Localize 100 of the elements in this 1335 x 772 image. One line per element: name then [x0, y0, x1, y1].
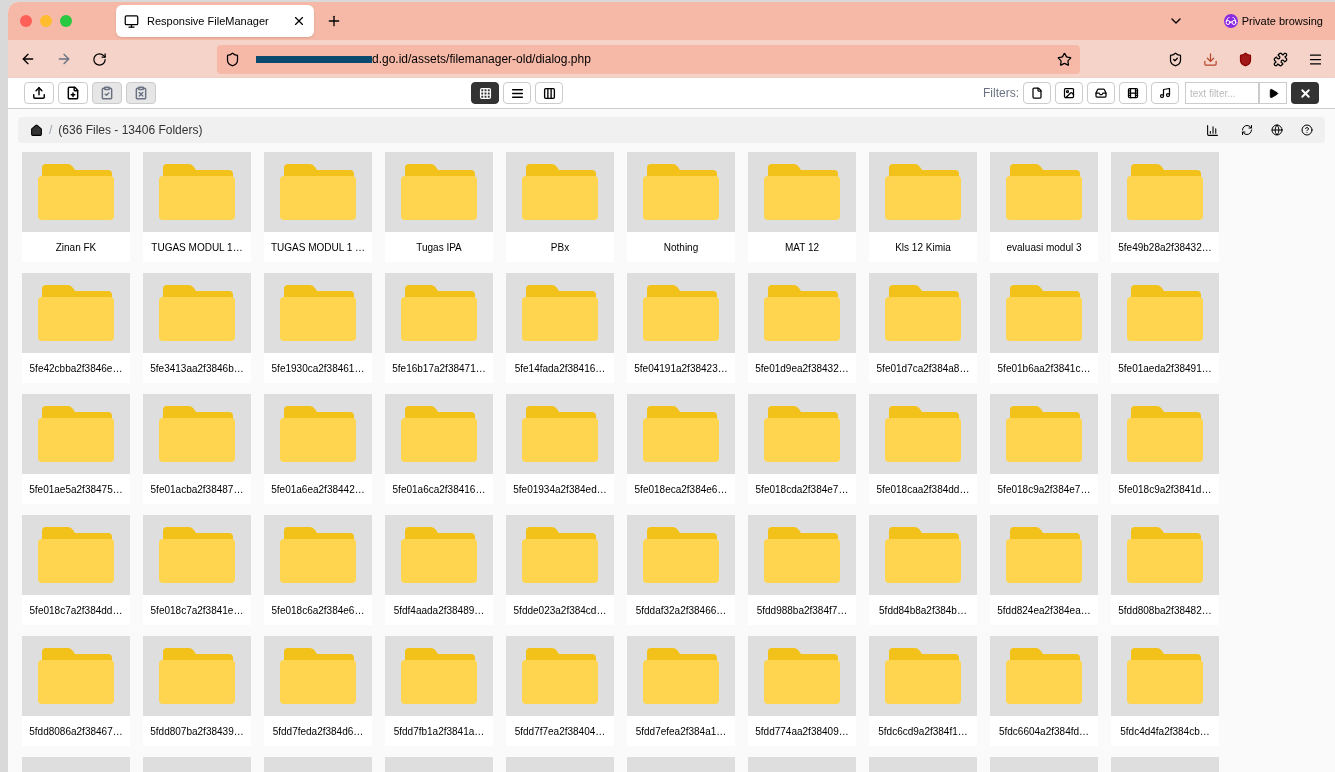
folder-tile[interactable]: 5fe01aeda2f38491…: [1111, 273, 1219, 383]
folder-tile[interactable]: 5fdf4aada2f38489…: [385, 515, 493, 625]
folder-tile[interactable]: 5fe49b28a2f38432…: [1111, 152, 1219, 262]
folder-tile[interactable]: 5fe018c9a2f3841d…: [1111, 394, 1219, 504]
folder-tile[interactable]: 5fdc4d4fa2f384cb…: [1111, 636, 1219, 746]
folder-tile[interactable]: 5fe01d7ca2f384a8…: [869, 273, 977, 383]
folder-tile[interactable]: 5fe01ae5a2f38475…: [22, 394, 130, 504]
folder-tile[interactable]: MAT 12: [748, 152, 856, 262]
new-tab-icon[interactable]: [326, 13, 342, 29]
folder-tile[interactable]: 5fe1930ca2f38461…: [264, 273, 372, 383]
folder-tile[interactable]: Zinan FK: [22, 152, 130, 262]
address-bar[interactable]: d.go.id/assets/filemanager-old/dialog.php: [217, 44, 1080, 74]
folder-name: 5fdd808ba2f38482…: [1117, 603, 1213, 618]
folder-tile[interactable]: 5fdde023a2f384cd…: [506, 515, 614, 625]
folder-tile[interactable]: 5fe018eca2f384e6…: [627, 394, 735, 504]
filter-button[interactable]: [1151, 82, 1179, 104]
folder-tile[interactable]: 5fdd988ba2f384f7…: [748, 515, 856, 625]
folder-tile[interactable]: Nothing: [627, 152, 735, 262]
folder-name: 5fe3413aa2f3846b…: [149, 361, 245, 376]
folder-name: 5fe018c7a2f384dd…: [28, 603, 124, 618]
bookmark-star-icon[interactable]: [1057, 51, 1072, 67]
folder-icon: [522, 527, 598, 583]
folder-tile[interactable]: PBx: [506, 152, 614, 262]
folder-tile[interactable]: 5fe01d9ea2f38432…: [748, 273, 856, 383]
folder-tile[interactable]: 5fdd7fb1a2f3841a…: [385, 636, 493, 746]
shield-extension-icon[interactable]: [1238, 51, 1253, 67]
folder-tile[interactable]: 5fddaf32a2f38466…: [627, 515, 735, 625]
help-icon[interactable]: [1301, 124, 1313, 136]
folder-tile[interactable]: 5fdd824ea2f384ea…: [990, 515, 1098, 625]
folder-tile[interactable]: 5fe01acba2f38487…: [143, 394, 251, 504]
filter-button[interactable]: [1023, 82, 1051, 104]
folder-name: 5fe018caa2f384dd…: [875, 482, 971, 497]
toolbar-button[interactable]: [58, 82, 88, 104]
folder-tile[interactable]: TUGAS MODUL 1 …: [264, 152, 372, 262]
folder-tile[interactable]: 5fdd7f7ea2f38404…: [506, 636, 614, 746]
folder-tile[interactable]: 5fe3413aa2f3846b…: [143, 273, 251, 383]
file-icon: [1031, 87, 1043, 99]
reload-icon[interactable]: [92, 51, 107, 67]
folder-name: 5fdd7feda2f384d6…: [271, 724, 365, 739]
filter-button[interactable]: [1087, 82, 1115, 104]
new-file-icon: [66, 86, 80, 100]
folder-tile[interactable]: 5fe018cda2f384e7…: [748, 394, 856, 504]
folder-icon: [401, 285, 477, 341]
folder-tile[interactable]: 5fdd807ba2f38439…: [143, 636, 251, 746]
folder-tile[interactable]: 5fe01a6ea2f38442…: [264, 394, 372, 504]
home-icon[interactable]: [30, 123, 43, 137]
folder-tile[interactable]: Kls 12 Kimia: [869, 152, 977, 262]
folder-tile[interactable]: 5fdd84b8a2f384b…: [869, 515, 977, 625]
folder-tile[interactable]: 5fe04191a2f38423…: [627, 273, 735, 383]
folder-tile[interactable]: 5fe42cbba2f3846e…: [22, 273, 130, 383]
menu-icon[interactable]: [1308, 51, 1323, 67]
folder-tile[interactable]: 5fe018c6a2f384e6…: [264, 515, 372, 625]
folder-name: 5fdd7fb1a2f3841a…: [392, 724, 486, 739]
folder-tile[interactable]: 5fe01b6aa2f3841c…: [990, 273, 1098, 383]
forward-icon[interactable]: [56, 51, 72, 67]
text-filter-field[interactable]: text filter...: [1185, 82, 1259, 104]
filter-submit-button[interactable]: [1259, 82, 1287, 104]
folder-tile[interactable]: 5fdc6604a2f384fd…: [990, 636, 1098, 746]
globe-icon[interactable]: [1271, 124, 1283, 136]
folder-name: 5fe01acba2f38487…: [149, 482, 245, 497]
folder-tile[interactable]: 5fe018c7a2f384dd…: [22, 515, 130, 625]
folder-tile[interactable]: evaluasi modul 3: [990, 152, 1098, 262]
folder-tile[interactable]: Tugas IPA: [385, 152, 493, 262]
download-icon[interactable]: [1203, 51, 1218, 67]
back-icon[interactable]: [20, 51, 36, 67]
upload-icon: [32, 86, 46, 100]
sort-icon[interactable]: [1206, 123, 1219, 137]
folder-tile[interactable]: 5fe16b17a2f38471…: [385, 273, 493, 383]
folder-name: Kls 12 Kimia: [894, 240, 952, 255]
folder-tile[interactable]: 5fe14fada2f38416…: [506, 273, 614, 383]
folder-tile[interactable]: 5fe018caa2f384dd…: [869, 394, 977, 504]
clear-filter-button[interactable]: [1291, 82, 1319, 104]
folder-tile[interactable]: 5fe018c9a2f384e7…: [990, 394, 1098, 504]
folder-summary: (636 Files - 13406 Folders): [58, 122, 203, 139]
folder-tile[interactable]: 5fdd7efea2f384a1…: [627, 636, 735, 746]
folder-name: 5fe018c7a2f3841e…: [149, 603, 245, 618]
browser-tab[interactable]: Responsive FileManager: [116, 5, 314, 37]
folder-name: 5fdde023a2f384cd…: [512, 603, 608, 618]
toolbar-button[interactable]: [24, 82, 54, 104]
filter-button[interactable]: [1119, 82, 1147, 104]
folder-tile[interactable]: 5fdd774aa2f38409…: [748, 636, 856, 746]
folder-tile[interactable]: 5fdd8086a2f38467…: [22, 636, 130, 746]
extensions-icon[interactable]: [1273, 51, 1288, 67]
close-icon[interactable]: [292, 14, 306, 28]
view-toggle-button[interactable]: [471, 82, 499, 104]
folder-tile[interactable]: 5fe01a6ca2f38416…: [385, 394, 493, 504]
folder-name: PBx: [549, 240, 571, 255]
folder-tile[interactable]: 5fe018c7a2f3841e…: [143, 515, 251, 625]
filter-button[interactable]: [1055, 82, 1083, 104]
folder-tile[interactable]: TUGAS MODUL 1…: [143, 152, 251, 262]
folder-icon: [1127, 648, 1203, 704]
folder-icon: [1006, 406, 1082, 462]
folder-tile[interactable]: 5fdc6cd9a2f384f1…: [869, 636, 977, 746]
folder-tile[interactable]: 5fdd7feda2f384d6…: [264, 636, 372, 746]
folder-tile[interactable]: 5fe01934a2f384ed…: [506, 394, 614, 504]
folder-name: 5fe01d9ea2f38432…: [754, 361, 850, 376]
folder-name: 5fdc6cd9a2f384f1…: [877, 724, 969, 739]
refresh-icon[interactable]: [1241, 124, 1253, 136]
folder-icon: [38, 648, 114, 704]
folder-tile[interactable]: 5fdd808ba2f38482…: [1111, 515, 1219, 625]
